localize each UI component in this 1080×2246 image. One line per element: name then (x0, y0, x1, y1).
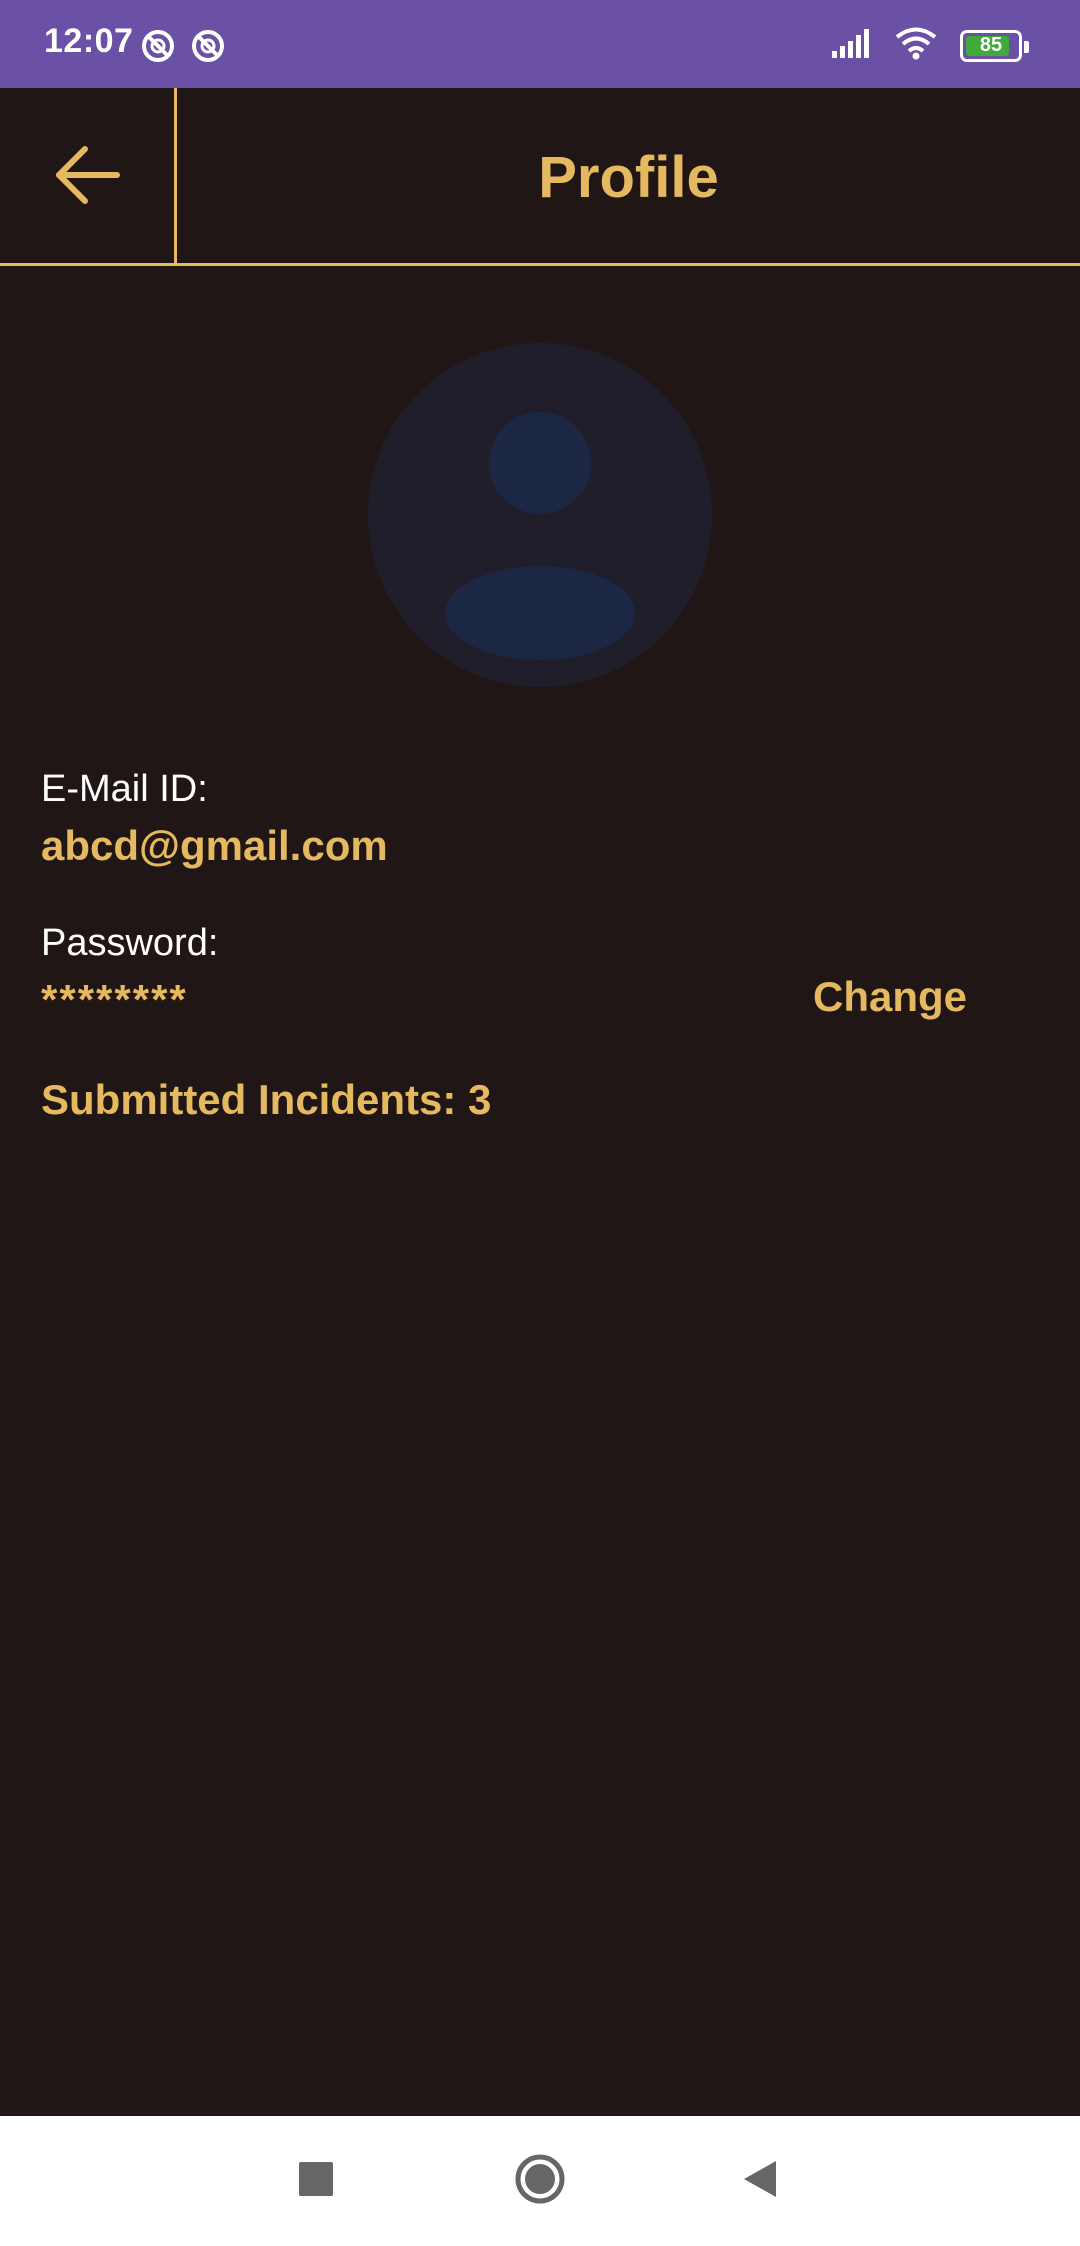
recents-button[interactable] (256, 2116, 376, 2246)
square-icon (299, 2161, 333, 2201)
system-icons: 85 (830, 26, 1029, 65)
notification-icons (140, 28, 226, 69)
system-back-button[interactable] (700, 2116, 820, 2246)
password-value: ******** (41, 976, 188, 1023)
do-not-disturb-icon (140, 28, 176, 69)
submitted-incidents[interactable]: Submitted Incidents: 3 (41, 1076, 491, 1124)
do-not-disturb-icon (190, 28, 226, 69)
profile-avatar[interactable] (368, 343, 712, 687)
back-button[interactable] (0, 88, 177, 266)
status-bar: 12:07 85 (0, 0, 1080, 88)
battery-cap (1024, 40, 1029, 53)
page-title: Profile (538, 144, 719, 210)
circle-icon (514, 2153, 566, 2210)
app-bar: Profile (0, 88, 1080, 266)
battery-icon: 85 (960, 29, 1029, 62)
change-password-button[interactable]: Change (813, 973, 967, 1021)
home-button[interactable] (480, 2116, 600, 2246)
triangle-back-icon (742, 2159, 778, 2204)
arrow-left-icon (53, 143, 121, 212)
wifi-icon (894, 26, 938, 65)
navigation-bar (0, 2116, 1080, 2246)
email-value: abcd@gmail.com (41, 822, 388, 869)
status-time: 12:07 (44, 22, 134, 60)
battery-level: 85 (979, 34, 1003, 56)
signal-icon (830, 27, 872, 64)
email-label: E-Mail ID: (41, 768, 208, 810)
person-avatar-icon (368, 343, 712, 687)
password-label: Password: (41, 922, 219, 964)
